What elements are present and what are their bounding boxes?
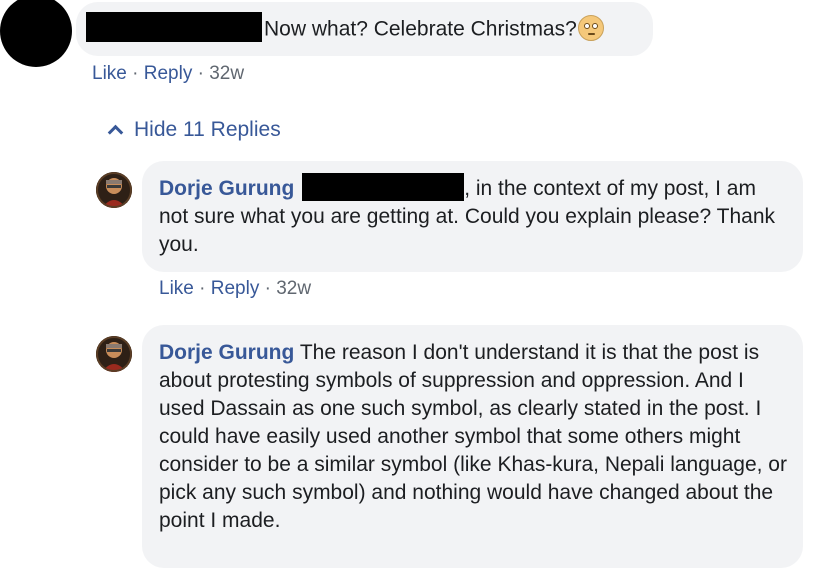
reply-bubble: Dorje Gurung The reason I don't understa… — [142, 325, 803, 568]
separator: · — [199, 278, 206, 299]
redacted-name — [86, 12, 262, 42]
reply-actions: Like · Reply · 32w — [159, 278, 311, 300]
reply-text: The reason I don't understand it is that… — [159, 341, 787, 532]
hide-replies-button[interactable]: Hide 11 Replies — [107, 118, 281, 142]
avatar[interactable] — [96, 172, 132, 208]
rolling-eyes-emoji-icon — [577, 15, 604, 41]
comment-bubble: Now what? Celebrate Christmas? — [76, 2, 653, 56]
avatar[interactable] — [96, 336, 132, 372]
chevron-up-icon — [107, 124, 124, 141]
separator: · — [197, 63, 204, 84]
hide-replies-label: Hide 11 Replies — [134, 118, 281, 141]
like-link[interactable]: Like — [159, 278, 194, 299]
separator: · — [264, 278, 271, 299]
reply-link[interactable]: Reply — [144, 63, 193, 84]
reply-bubble: Dorje Gurung , in the context of my post… — [142, 161, 803, 272]
author-link[interactable]: Dorje Gurung — [159, 341, 294, 364]
like-link[interactable]: Like — [92, 63, 127, 84]
comment-actions: Like · Reply · 32w — [92, 63, 244, 85]
reply-link[interactable]: Reply — [211, 278, 260, 299]
avatar[interactable] — [0, 0, 72, 67]
timestamp[interactable]: 32w — [209, 63, 244, 84]
redacted-name — [302, 173, 465, 202]
comment-text: Now what? Celebrate Christmas? — [264, 17, 577, 41]
timestamp[interactable]: 32w — [276, 278, 311, 299]
separator: · — [132, 63, 139, 84]
author-link[interactable]: Dorje Gurung — [159, 177, 294, 200]
